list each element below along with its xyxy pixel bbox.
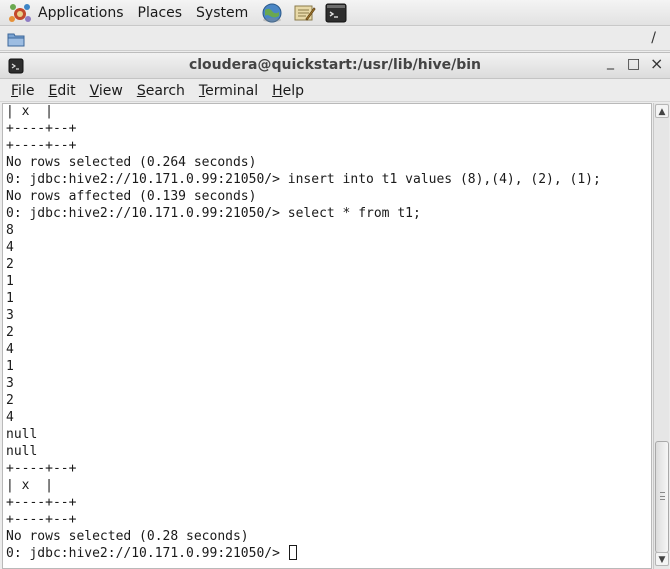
applications-menu[interactable]: Applications: [38, 5, 124, 21]
terminal-line: +----+--+: [6, 121, 77, 136]
menu-edit[interactable]: Edit: [48, 83, 75, 99]
edit-icon[interactable]: [292, 2, 316, 24]
terminal-line: +----+--+: [6, 512, 77, 527]
terminal-line: +----+--+: [6, 461, 77, 476]
terminal-line: +----+--+: [6, 138, 77, 153]
terminal-line: 1: [6, 274, 14, 289]
terminal-line: | x |: [6, 104, 53, 119]
menu-terminal[interactable]: Terminal: [199, 83, 258, 99]
text-cursor: [288, 545, 297, 560]
terminal-line: null: [6, 444, 38, 459]
places-menu[interactable]: Places: [138, 5, 183, 21]
terminal-text: | x | +----+--+ +----+--+ No rows select…: [3, 104, 651, 562]
maximize-button[interactable]: □: [627, 56, 640, 72]
terminal-line: 3: [6, 308, 14, 323]
gnome-foot-icon[interactable]: [8, 1, 32, 25]
window-titlebar[interactable]: cloudera@quickstart:/usr/lib/hive/bin _ …: [0, 53, 670, 79]
scrollbar-thumb[interactable]: [655, 441, 669, 553]
window-title: cloudera@quickstart:/usr/lib/hive/bin: [188, 57, 482, 73]
vertical-scrollbar[interactable]: ▲ ▼: [653, 103, 669, 569]
system-menu[interactable]: System: [196, 5, 248, 21]
folder-icon[interactable]: [7, 31, 25, 47]
terminal-line: 4: [6, 342, 14, 357]
menu-view[interactable]: View: [90, 83, 123, 99]
terminal-line: +----+--+: [6, 495, 77, 510]
menu-file[interactable]: File: [11, 83, 34, 99]
terminal-line: 0: jdbc:hive2://10.171.0.99:21050/> inse…: [6, 172, 601, 187]
terminal-line: 2: [6, 325, 14, 340]
terminal-line: 1: [6, 359, 14, 374]
terminal-output[interactable]: | x | +----+--+ +----+--+ No rows select…: [2, 103, 652, 569]
file-manager-strip: /: [0, 27, 670, 51]
terminal-line: null: [6, 427, 38, 442]
top-panel: Applications Places System: [0, 0, 670, 26]
terminal-icon[interactable]: [324, 2, 348, 24]
menu-help[interactable]: Help: [272, 83, 304, 99]
terminal-line: 4: [6, 240, 14, 255]
minimize-button[interactable]: _: [607, 54, 614, 70]
globe-icon[interactable]: [260, 2, 284, 24]
location-path[interactable]: /: [651, 30, 656, 46]
terminal-line: No rows affected (0.139 seconds): [6, 189, 257, 204]
terminal-line: 8: [6, 223, 14, 238]
terminal-line: No rows selected (0.28 seconds): [6, 529, 249, 544]
terminal-line: | x |: [6, 478, 53, 493]
close-button[interactable]: ×: [650, 54, 663, 73]
terminal-line: 3: [6, 376, 14, 391]
terminal-line: 4: [6, 410, 14, 425]
terminal-line: 2: [6, 257, 14, 272]
terminal-prompt: 0: jdbc:hive2://10.171.0.99:21050/>: [6, 546, 288, 561]
scroll-up-arrow[interactable]: ▲: [655, 104, 669, 118]
terminal-window: cloudera@quickstart:/usr/lib/hive/bin _ …: [0, 52, 670, 569]
terminal-line: 1: [6, 291, 14, 306]
scroll-down-arrow[interactable]: ▼: [655, 552, 669, 566]
menu-search[interactable]: Search: [137, 83, 185, 99]
terminal-line: No rows selected (0.264 seconds): [6, 155, 257, 170]
terminal-line: 0: jdbc:hive2://10.171.0.99:21050/> sele…: [6, 206, 421, 221]
terminal-menubar: File Edit View Search Terminal Help: [0, 80, 670, 102]
terminal-line: 2: [6, 393, 14, 408]
